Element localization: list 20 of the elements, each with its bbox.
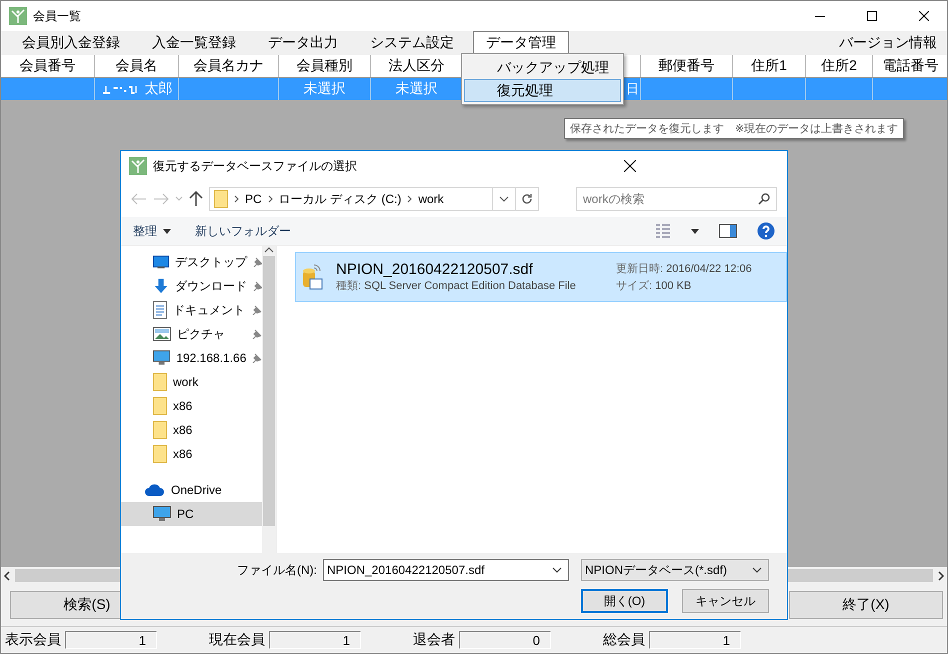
status-label: 総会員: [603, 631, 645, 649]
file-type: 種類: SQL Server Compact Edition Database File: [336, 279, 577, 293]
window-title: 会員一覧: [33, 8, 82, 24]
table-cell: 未選択: [304, 80, 346, 98]
status-value: 0: [459, 631, 551, 649]
status-label: 表示会員: [5, 631, 61, 649]
status-value: 1: [649, 631, 741, 649]
table-cell: 日: [626, 80, 639, 98]
table-cell: 太郎: [144, 80, 172, 98]
status-value: 1: [65, 631, 157, 649]
file-size: サイズ: 100 KB: [616, 279, 692, 293]
status-value: 1: [269, 631, 361, 649]
file-name: NPION_20160422120507.sdf: [336, 261, 534, 278]
status-label: 退会者: [413, 631, 455, 649]
tooltip: 保存されたデータを復元します ※現在のデータは上書きされます: [564, 118, 904, 139]
file-modified: 更新日時: 2016/04/22 12:06: [616, 262, 752, 276]
dialog-title: 復元するデータベースファイルの選択: [153, 158, 358, 174]
field-label: ファイル名(N):: [237, 562, 317, 578]
table-cell: 未選択: [396, 80, 438, 98]
status-label: 現在会員: [209, 631, 265, 649]
